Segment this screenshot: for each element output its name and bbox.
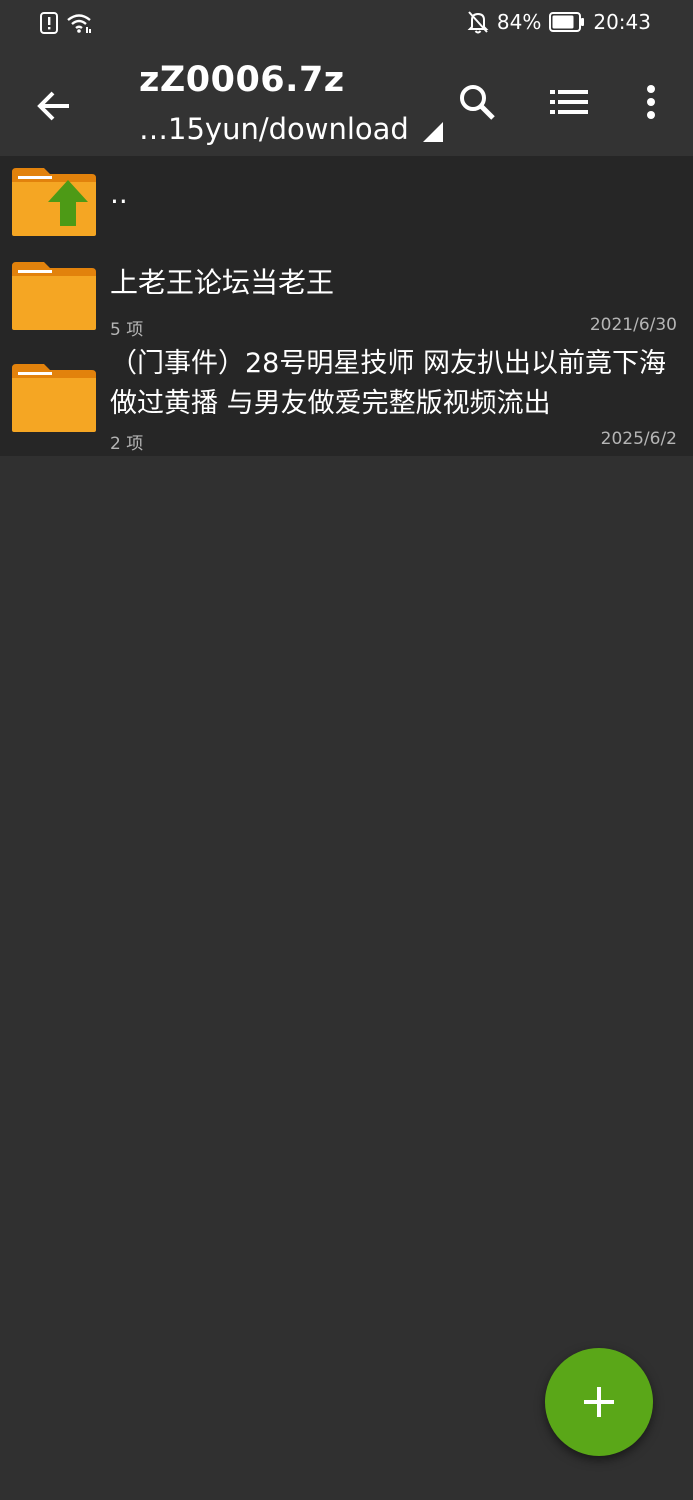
- more-options-button[interactable]: [627, 78, 675, 126]
- clock: 20:43: [593, 10, 651, 34]
- status-right: 84% 20:43: [467, 10, 651, 34]
- parent-directory-name: ..: [110, 177, 128, 210]
- list-view-button[interactable]: [545, 78, 593, 126]
- back-arrow-icon: [37, 91, 69, 121]
- app-bar: zZ0006.7z …15yun/download: [0, 50, 693, 156]
- more-vert-icon: [647, 85, 655, 119]
- path-label: …15yun/download: [139, 112, 409, 146]
- folder-name: 上老王论坛当老王: [110, 266, 335, 299]
- parent-directory-row[interactable]: ..: [0, 156, 693, 248]
- add-fab-button[interactable]: [545, 1348, 653, 1456]
- dropdown-triangle-icon: [422, 122, 443, 142]
- alert-icon: [40, 12, 58, 34]
- status-left: [40, 12, 92, 34]
- folder-icon: [12, 262, 96, 330]
- status-bar: 84% 20:43: [0, 0, 693, 50]
- archive-title: zZ0006.7z: [139, 60, 345, 100]
- folder-up-icon: [12, 168, 96, 236]
- folder-icon: [12, 364, 96, 432]
- folder-name: （门事件）28号明星技师 网友扒出以前竟下海做过黄播 与男友做爱完整版视频流出: [110, 348, 666, 419]
- file-list: .. 上老王论坛当老王 5 项 2021/6/30 （门事件）28号明星技师 网…: [0, 156, 693, 456]
- search-icon: [460, 85, 495, 120]
- bell-off-icon: [467, 11, 489, 34]
- modified-date: 2021/6/30: [589, 315, 677, 335]
- battery-icon: [549, 12, 585, 32]
- list-item[interactable]: （门事件）28号明星技师 网友扒出以前竟下海做过黄播 与男友做爱完整版视频流出 …: [0, 340, 693, 456]
- item-count: 2 项: [110, 434, 144, 454]
- back-button[interactable]: [30, 82, 78, 130]
- list-view-icon: [550, 90, 588, 114]
- path-dropdown[interactable]: …15yun/download: [139, 112, 443, 146]
- item-count: 5 项: [110, 320, 144, 340]
- wifi-icon: [67, 14, 91, 33]
- search-button[interactable]: [453, 78, 501, 126]
- battery-percent: 84%: [496, 10, 542, 34]
- list-item[interactable]: 上老王论坛当老王 5 项 2021/6/30: [0, 248, 693, 340]
- modified-date: 2025/6/2: [600, 429, 677, 449]
- plus-icon: [584, 1387, 614, 1417]
